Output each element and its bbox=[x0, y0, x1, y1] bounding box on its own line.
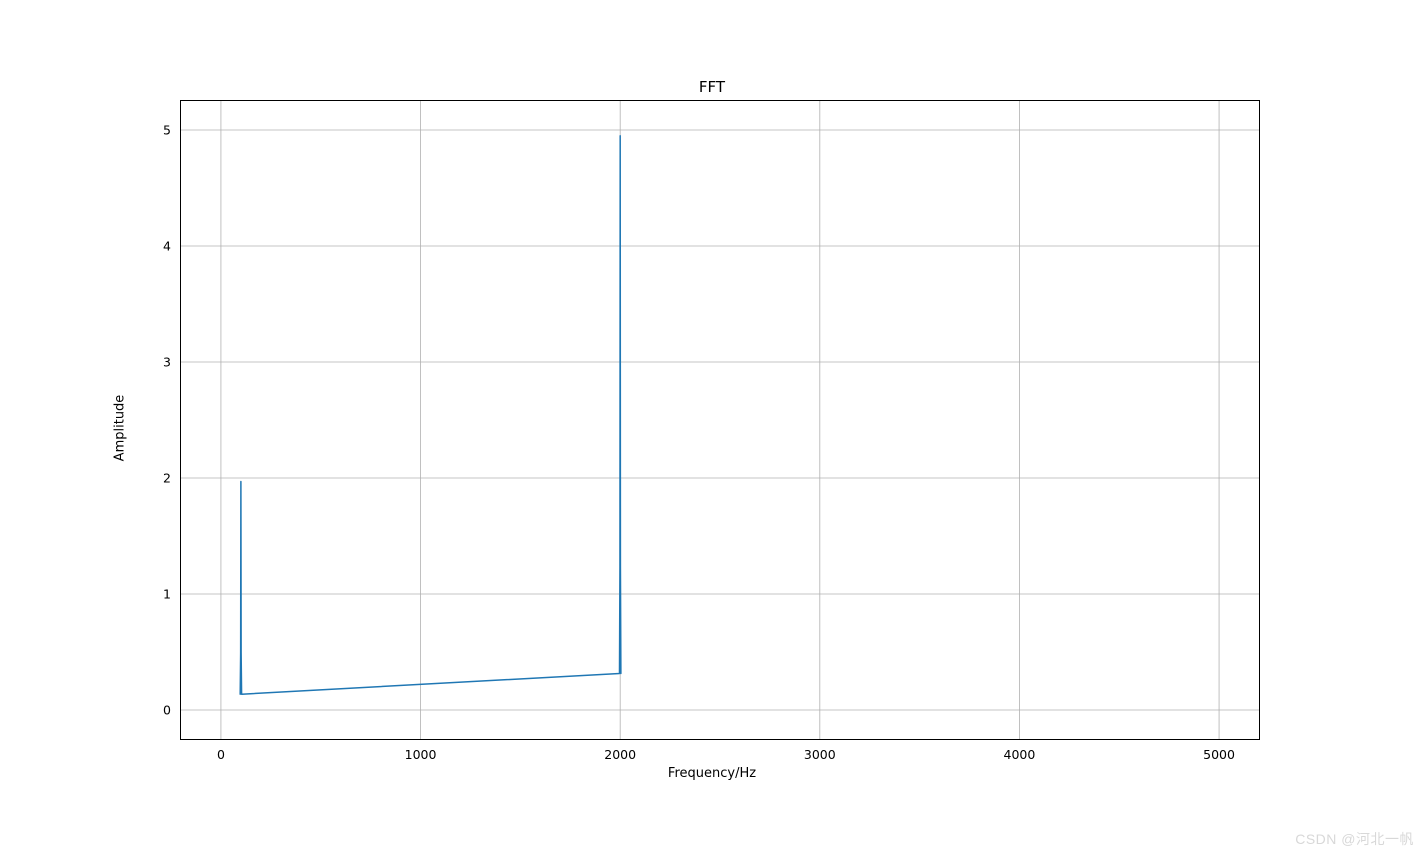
x-axis-label: Frequency/Hz bbox=[0, 766, 1424, 781]
x-tick-label: 5000 bbox=[1203, 747, 1235, 762]
y-tick-label: 1 bbox=[163, 587, 171, 602]
plot-axes: 010002000300040005000 012345 bbox=[180, 100, 1260, 740]
x-tick-label: 3000 bbox=[804, 747, 836, 762]
y-axis-label: Amplitude bbox=[113, 394, 128, 461]
y-tick-label: 0 bbox=[163, 703, 171, 718]
grid-lines bbox=[181, 101, 1259, 739]
plot-svg bbox=[181, 101, 1259, 739]
y-tick-label: 5 bbox=[163, 123, 171, 138]
y-tick-label: 3 bbox=[163, 355, 171, 370]
x-tick-label: 2000 bbox=[604, 747, 636, 762]
chart-title: FFT bbox=[0, 78, 1424, 96]
figure: FFT Amplitude Frequency/Hz 0100020003000… bbox=[0, 0, 1424, 855]
y-tick-label: 2 bbox=[163, 471, 171, 486]
watermark-text: CSDN @河北一帆 bbox=[1295, 829, 1414, 849]
x-tick-label: 0 bbox=[217, 747, 225, 762]
x-tick-label: 4000 bbox=[1004, 747, 1036, 762]
y-tick-label: 4 bbox=[163, 239, 171, 254]
fft-line bbox=[240, 136, 621, 694]
x-tick-label: 1000 bbox=[405, 747, 437, 762]
